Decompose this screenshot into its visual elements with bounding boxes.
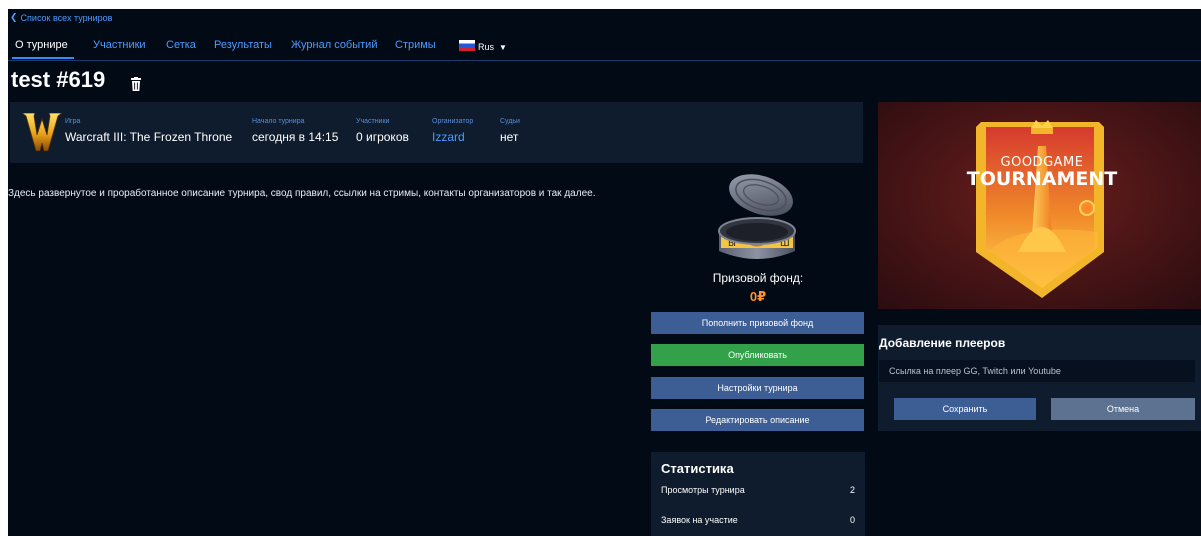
banner-line2: TOURNAMENT [967,168,1118,190]
tab-about[interactable]: О турнире [15,39,68,51]
tournament-page: ❮ Список всех турниров О турнире Участни… [8,9,1201,536]
prize-fund-label: Призовой фонд: [712,271,804,285]
stat-label: Заявок на участие [661,515,738,525]
start-field: Начало турнира сегодня в 14:15 [252,118,338,144]
trash-icon[interactable] [130,77,142,91]
judges-label: Судьи [500,118,520,125]
tab-participants[interactable]: Участники [93,39,146,51]
participants-value: 0 игроков [356,130,409,144]
player-link-input[interactable] [879,360,1195,382]
tournament-banner-image: GOODGAME TOURNAMENT [878,102,1201,309]
prize-can-icon: Ы Ш [718,174,796,259]
warcraft-logo-icon [22,113,62,151]
prize-fund-value: 0₽ [749,289,767,304]
page-title: test #619 [11,67,106,92]
tab-bracket[interactable]: Сетка [166,39,196,51]
tournament-settings-button[interactable]: Настройки турнира [651,377,864,399]
statistics-panel: Статистика Просмотры турнира 2 Заявок на… [651,452,865,536]
stat-row: Просмотры турнира 2 [661,485,855,495]
edit-description-button[interactable]: Редактировать описание [651,409,864,431]
participants-label: Участники [356,118,390,125]
add-player-title: Добавление плееров [879,336,1006,350]
tournament-info-panel: Игра Warcraft III: The Frozen Throne Нач… [10,102,863,163]
back-link-label: Список всех турниров [20,12,113,23]
participants-field: Участники 0 игроков [356,118,409,144]
organizer-link[interactable]: Izzard [432,130,473,144]
tab-streams[interactable]: Стримы [395,39,436,51]
add-player-panel: Добавление плееров Сохранить Отмена [878,325,1201,431]
topup-prize-button[interactable]: Пополнить призовой фонд [651,312,864,334]
organizer-field: Организатор Izzard [432,118,473,144]
back-to-tournaments-link[interactable]: ❮ Список всех турниров [10,12,112,23]
game-field: Игра Warcraft III: The Frozen Throne [65,118,232,144]
start-value: сегодня в 14:15 [252,130,339,144]
stat-row: Заявок на участие 0 [661,515,855,525]
save-button[interactable]: Сохранить [894,398,1036,420]
stat-value: 0 [849,515,855,525]
start-label: Начало турнира [252,118,305,125]
statistics-title: Статистика [661,461,734,476]
publish-button[interactable]: Опубликовать [651,344,864,366]
organizer-label: Организатор [432,118,474,125]
chevron-left-icon: ❮ [10,12,18,22]
tab-bar: О турнире Участники Сетка Результаты Жур… [8,30,1201,61]
judges-field: Судьи нет [500,118,520,144]
language-selector[interactable]: Rus ▼ [459,40,507,52]
tab-results[interactable]: Результаты [214,39,272,51]
active-tab-indicator [12,57,74,59]
caret-down-icon: ▼ [499,43,507,52]
language-label: Rus [478,42,495,52]
russia-flag-icon [459,40,475,51]
game-value: Warcraft III: The Frozen Throne [65,130,233,144]
tournament-description: Здесь развернутое и проработанное описан… [8,188,596,199]
stat-value: 2 [849,485,855,495]
cancel-button[interactable]: Отмена [1051,398,1195,420]
tab-event-log[interactable]: Журнал событий [291,39,377,51]
stat-label: Просмотры турнира [661,485,745,495]
judges-value: нет [500,130,519,144]
game-label: Игра [65,118,81,125]
